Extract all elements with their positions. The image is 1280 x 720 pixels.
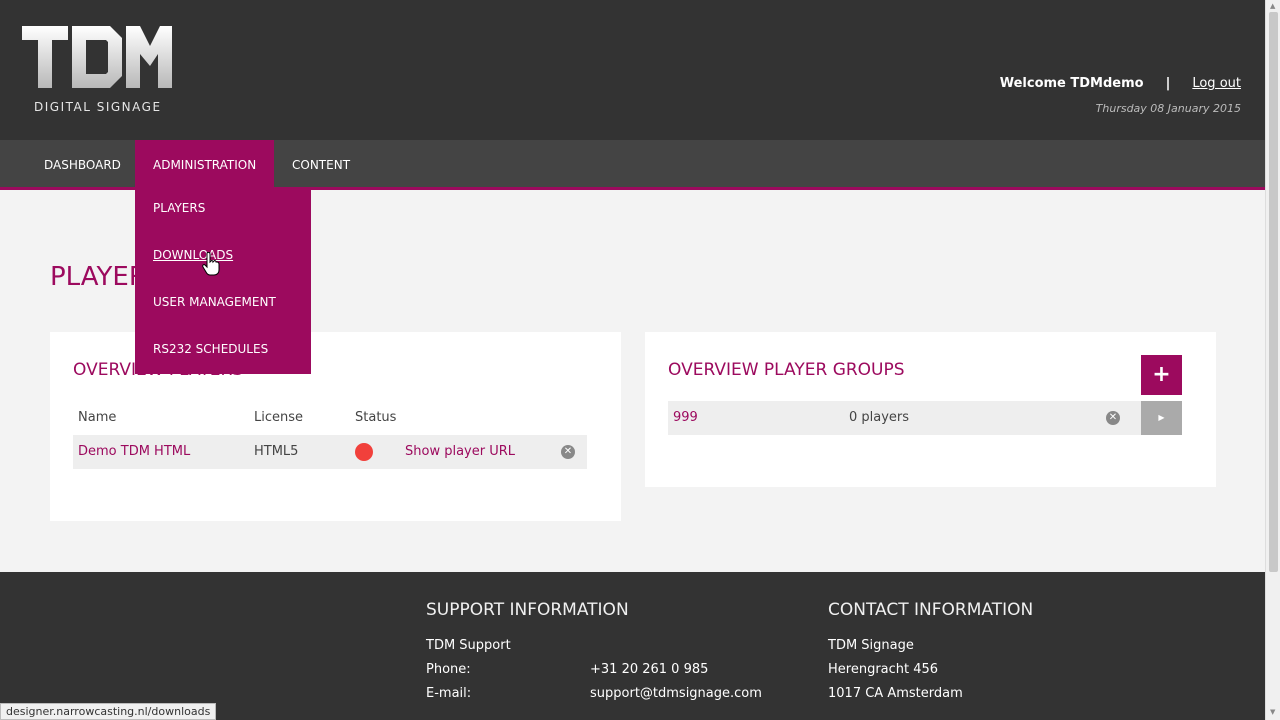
email-value[interactable]: support@tdmsignage.com <box>590 686 762 701</box>
add-group-button[interactable]: + <box>1141 355 1182 395</box>
dropdown-item-rs232-schedules[interactable]: RS232 SCHEDULES <box>153 342 268 356</box>
dropdown-item-downloads[interactable]: DOWNLOADS <box>153 248 233 262</box>
phone-value: +31 20 261 0 985 <box>590 662 709 677</box>
footer: SUPPORT INFORMATION TDM Support Phone: +… <box>0 572 1265 720</box>
browser-status-url: designer.narrowcasting.nl/downloads <box>0 703 217 720</box>
status-indicator <box>355 443 373 461</box>
column-header-name: Name <box>78 410 117 425</box>
dropdown-item-user-management[interactable]: USER MANAGEMENT <box>153 295 276 309</box>
player-groups-panel-title: OVERVIEW PLAYER GROUPS <box>668 360 905 380</box>
support-title: SUPPORT INFORMATION <box>426 600 629 620</box>
dropdown-item-players[interactable]: PLAYERS <box>153 201 205 215</box>
logout-link[interactable]: Log out <box>1192 76 1241 91</box>
user-area: Welcome TDMdemo | Log out <box>1000 76 1241 91</box>
column-header-status: Status <box>355 410 397 425</box>
player-groups-panel: OVERVIEW PLAYER GROUPS + 999 0 players ✕… <box>645 332 1216 487</box>
table-row: 999 0 players ✕ ▶ <box>668 401 1182 435</box>
street-address: Herengracht 456 <box>828 662 939 677</box>
remove-player-icon[interactable]: ✕ <box>561 445 575 459</box>
scroll-up-icon[interactable]: ▲ <box>1270 2 1275 10</box>
hand-cursor-icon <box>202 252 220 276</box>
nav-administration[interactable]: ADMINISTRATION <box>135 140 275 187</box>
contact-title: CONTACT INFORMATION <box>828 600 1034 620</box>
nav-dashboard[interactable]: DASHBOARD <box>26 140 139 187</box>
header: DIGITAL SIGNAGE Welcome TDMdemo | Log ou… <box>0 0 1265 140</box>
column-header-license: License <box>254 410 304 425</box>
vertical-scrollbar[interactable]: ▲ ▼ <box>1265 0 1280 720</box>
city-address: 1017 CA Amsterdam <box>828 686 963 701</box>
phone-label: Phone: <box>426 662 471 677</box>
welcome-text: Welcome TDMdemo <box>999 76 1144 91</box>
open-group-button[interactable]: ▶ <box>1141 401 1182 435</box>
separator: | <box>1165 76 1171 91</box>
scroll-thumb[interactable] <box>1269 12 1278 572</box>
company-name: TDM Signage <box>828 638 914 653</box>
remove-group-icon[interactable]: ✕ <box>1106 411 1120 425</box>
nav-content[interactable]: CONTENT <box>274 140 368 187</box>
table-row: Demo TDM HTML HTML5 Show player URL ✕ <box>73 435 587 469</box>
show-player-url-link[interactable]: Show player URL <box>405 444 515 459</box>
email-label: E-mail: <box>426 686 472 701</box>
administration-dropdown: PLAYERS DOWNLOADS USER MANAGEMENT RS232 … <box>135 187 311 374</box>
scroll-down-icon[interactable]: ▼ <box>1270 708 1275 716</box>
group-player-count: 0 players <box>849 410 910 425</box>
group-name-link[interactable]: 999 <box>673 410 698 425</box>
support-name: TDM Support <box>426 638 511 653</box>
player-license: HTML5 <box>254 444 299 459</box>
main-nav: DASHBOARD ADMINISTRATION CONTENT <box>0 140 1265 190</box>
current-date: Thursday 08 January 2015 <box>1095 102 1241 115</box>
logo-subtitle: DIGITAL SIGNAGE <box>34 100 162 114</box>
player-name-link[interactable]: Demo TDM HTML <box>78 444 190 459</box>
